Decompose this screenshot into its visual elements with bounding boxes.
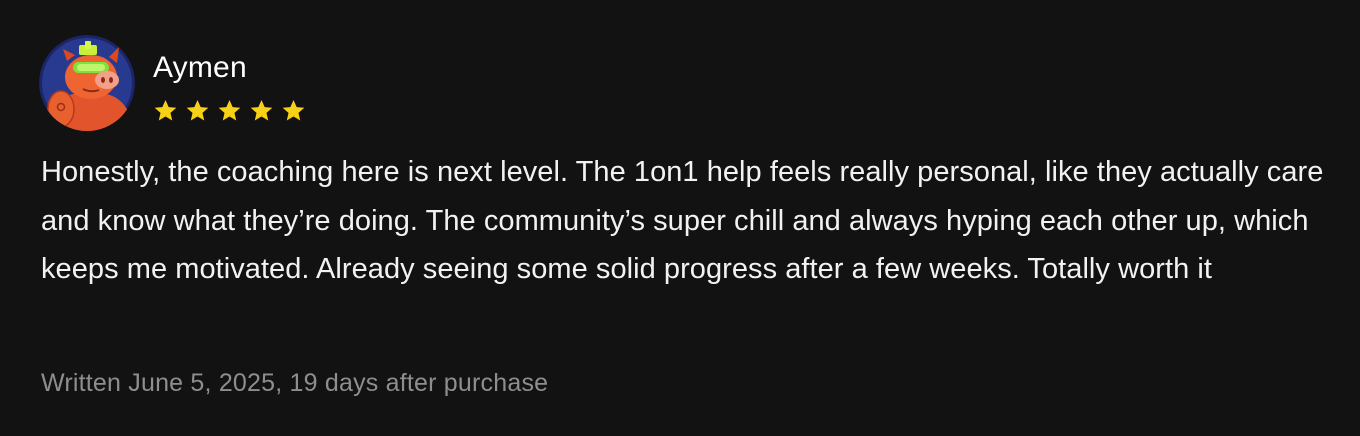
review-text: Honestly, the coaching here is next leve… [41, 156, 1324, 285]
avatar[interactable] [39, 35, 135, 131]
star-icon [218, 99, 241, 121]
review-date: Written June 5, 2025, 19 days after purc… [41, 369, 549, 397]
star-icon [282, 99, 305, 121]
star-icon [154, 99, 177, 121]
star-icon [250, 99, 273, 121]
reviewer-name: Aymen [153, 51, 247, 84]
review-card: Aymen Honestly, the coaching here is nex… [0, 0, 1360, 436]
star-rating [152, 98, 307, 124]
pig-avatar-icon [39, 35, 135, 131]
star-icon [186, 99, 209, 121]
